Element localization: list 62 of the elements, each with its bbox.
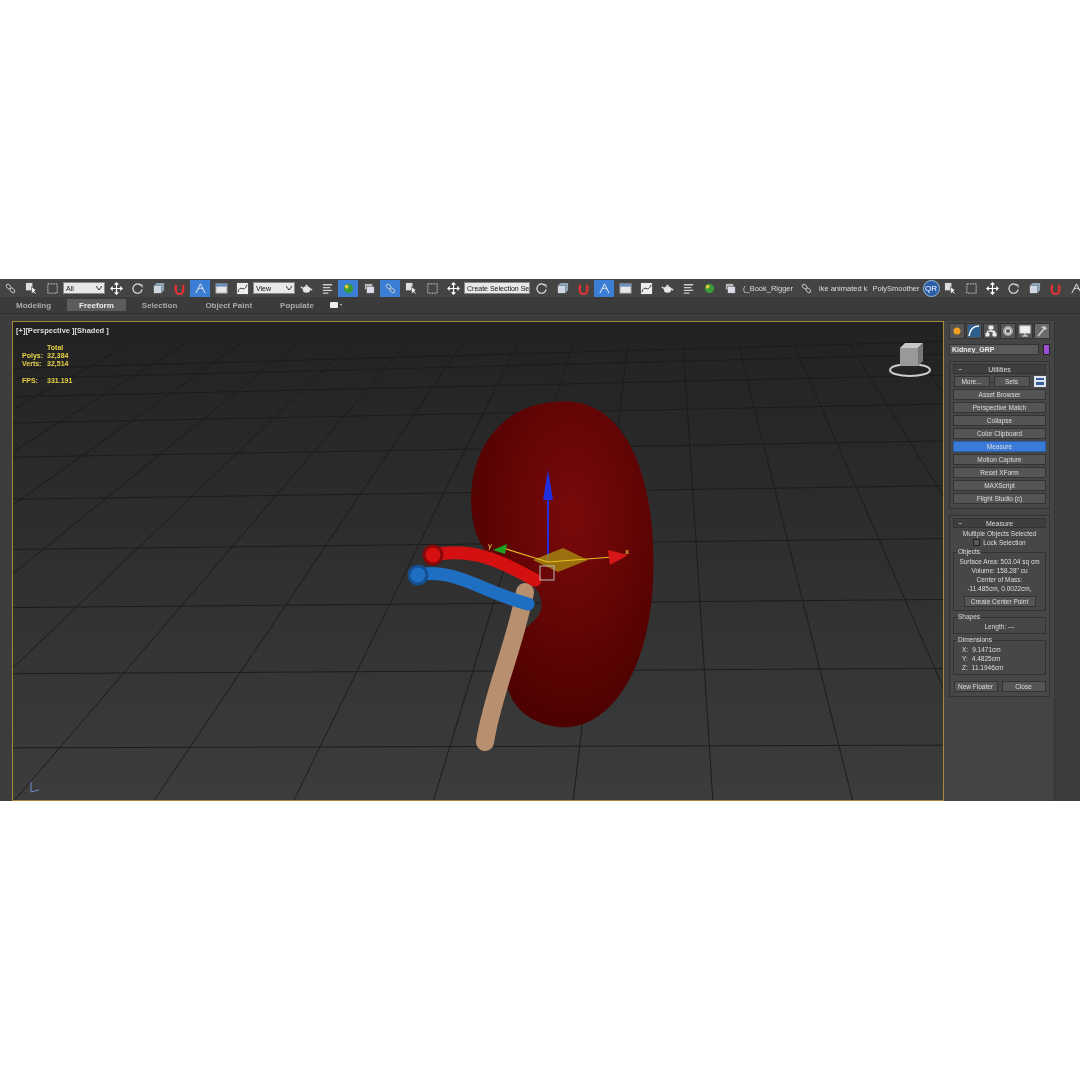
circle-icon [1002, 325, 1014, 337]
window-icon [214, 281, 228, 295]
cursor-icon [24, 281, 38, 295]
ribbon-tab[interactable]: Populate [268, 299, 326, 311]
chain-link-icon [3, 281, 17, 295]
chain-link-icon [799, 281, 813, 295]
ribbon-tab[interactable]: Freeform [67, 299, 126, 311]
panel-tab[interactable] [966, 323, 982, 339]
monitor-icon [1019, 325, 1031, 337]
lock-selection-checkbox[interactable] [973, 539, 981, 546]
configure-sets-icon[interactable] [1033, 376, 1046, 387]
curve-graph-icon [639, 281, 653, 295]
cube-icon [151, 281, 165, 295]
move-arrows-icon [109, 281, 123, 295]
cursor-icon [404, 281, 418, 295]
hammer-icon [1036, 325, 1048, 337]
dashed-square-icon [45, 281, 59, 295]
view-cube-icon [889, 343, 931, 377]
panel-tab[interactable] [949, 323, 965, 339]
caret-icon [96, 286, 102, 290]
cube-icon [1028, 281, 1041, 295]
layers-icon [362, 281, 376, 295]
panel-scrollbar[interactable] [1054, 321, 1080, 801]
panel-tab[interactable] [983, 323, 999, 339]
object-color-swatch[interactable] [1043, 344, 1050, 355]
dashed-square-icon [425, 281, 439, 295]
chain-link-icon [383, 281, 397, 295]
ribbon-tab[interactable]: Object Paint [193, 299, 265, 311]
caret-icon [286, 286, 292, 290]
toolbar-button[interactable] [338, 279, 358, 297]
rotate-icon [130, 281, 144, 295]
panel-tab[interactable] [1034, 323, 1050, 339]
ribbon-tab[interactable]: Selection [129, 299, 190, 311]
dashed-square-icon [965, 281, 978, 295]
cursor-icon [944, 281, 957, 295]
panel-tab[interactable] [1017, 323, 1033, 339]
toolbar-button[interactable] [594, 279, 614, 297]
curve-graph-icon [235, 281, 249, 295]
toolbar-button[interactable] [380, 279, 400, 297]
toolbar-button[interactable] [190, 279, 210, 297]
layers-icon [723, 281, 737, 295]
move-arrows-icon [986, 281, 999, 295]
angle-icon [597, 281, 611, 295]
angle-icon [1070, 281, 1080, 295]
cube-icon [555, 281, 569, 295]
sun-icon [951, 325, 963, 337]
hierarchy-icon [985, 325, 997, 337]
move-arrows-icon [446, 281, 460, 295]
rotate-icon [1007, 281, 1020, 295]
axis-tripod-icon [30, 781, 40, 793]
panel-tab[interactable] [1000, 323, 1016, 339]
ribbon-toggle-icon[interactable] [329, 301, 344, 309]
ribbon-tab[interactable]: Modeling [4, 299, 64, 311]
sphere-icon [702, 281, 716, 295]
qr-button[interactable]: QR [922, 279, 940, 297]
bars-icon [320, 281, 334, 295]
window-icon [618, 281, 632, 295]
bars-icon [681, 281, 695, 295]
sphere-icon [341, 281, 355, 295]
rotate-icon [534, 281, 548, 295]
curve-icon [968, 325, 980, 337]
angle-icon [193, 281, 207, 295]
